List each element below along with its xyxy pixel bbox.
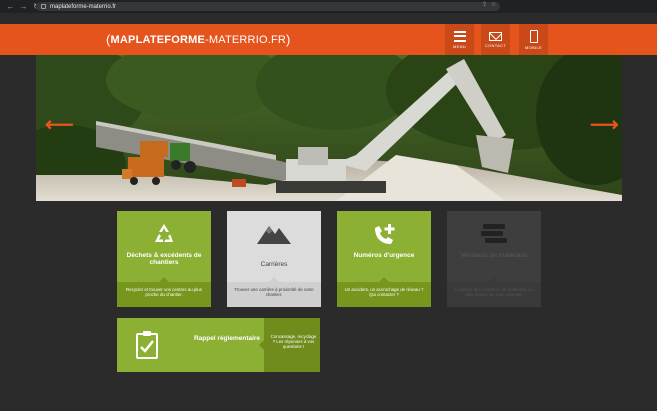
stack-icon bbox=[479, 221, 509, 247]
tile-urgence-title: Numéros d'urgence bbox=[353, 252, 415, 259]
tile-urgence-description: Un accident, un accrochage de réseau ? Q… bbox=[337, 277, 431, 307]
excavator-scene-illustration bbox=[36, 55, 622, 201]
mail-icon bbox=[489, 31, 502, 41]
share-icon[interactable]: ⇪ bbox=[482, 1, 487, 8]
tile-dechets-description: Recycler et trouver vos centres au plus … bbox=[117, 277, 211, 307]
browser-action-icons: ⇪ ☆ bbox=[482, 1, 496, 8]
logo-light: MATERRIO.FR bbox=[208, 34, 287, 46]
carousel-prev-arrow-icon[interactable]: ⟵ bbox=[45, 115, 74, 135]
tile-dechets[interactable]: Déchets & excédents de chantiers Recycle… bbox=[117, 211, 211, 307]
carousel-next-arrow-icon[interactable]: ⟶ bbox=[590, 115, 619, 135]
forward-icon[interactable]: → bbox=[19, 2, 28, 11]
address-bar[interactable]: maplateforme-materrio.fr bbox=[36, 2, 500, 11]
hero-carousel-image bbox=[36, 55, 622, 201]
back-icon[interactable]: ← bbox=[6, 2, 15, 11]
tile-dechets-title: Déchets & excédents de chantiers bbox=[126, 252, 202, 266]
nav-contact-label: CONTACT bbox=[484, 42, 507, 48]
tile-carrieres-title: Carrières bbox=[260, 261, 288, 268]
lock-icon bbox=[41, 4, 46, 9]
tile-vendeurs[interactable]: Vendeurs de matériaux Localiser des vend… bbox=[447, 211, 541, 307]
url-text: maplateforme-materrio.fr bbox=[50, 3, 117, 10]
recycle-icon bbox=[151, 221, 177, 247]
tile-carrieres-description: Trouver une carrière à proximité de votr… bbox=[227, 277, 321, 307]
nav-contact-button[interactable]: CONTACT bbox=[481, 24, 510, 55]
site-header: (MAPLATEFORME-MATERRIO.FR) MENU CONTACT … bbox=[0, 24, 657, 55]
nav-mobile-label: MOBILE bbox=[525, 44, 542, 50]
logo-bold: MAPLATEFORME bbox=[110, 34, 205, 46]
phone-icon bbox=[529, 29, 538, 43]
site-logo[interactable]: (MAPLATEFORME-MATERRIO.FR) bbox=[106, 31, 291, 47]
browser-toolbar: ← → ↻ maplateforme-materrio.fr ⇪ ☆ bbox=[0, 0, 657, 13]
clipboard-check-icon bbox=[135, 330, 159, 365]
tile-vendeurs-title: Vendeurs de matériaux bbox=[460, 252, 528, 259]
phone-plus-icon bbox=[371, 221, 397, 247]
nav-mobile-button[interactable]: MOBILE bbox=[519, 24, 548, 55]
tile-urgence[interactable]: Numéros d'urgence Un accident, un accroc… bbox=[337, 211, 431, 307]
tile-rappel-description: Concassage, recyclage ? Les réponses à v… bbox=[259, 318, 320, 372]
tile-rappel-reglementaire[interactable]: Rappel réglementaire Concassage, recycla… bbox=[117, 318, 320, 372]
nav-menu-label: MENU bbox=[453, 43, 466, 49]
tile-carrieres[interactable]: Carrières Trouver une carrière à proximi… bbox=[227, 211, 321, 307]
star-icon[interactable]: ☆ bbox=[491, 1, 496, 8]
nav-menu-button[interactable]: MENU bbox=[445, 24, 474, 55]
tile-vendeurs-description: Localiser des vendeurs de matériaux au p… bbox=[447, 277, 541, 307]
mountain-icon bbox=[257, 221, 291, 247]
menu-icon bbox=[453, 30, 466, 42]
